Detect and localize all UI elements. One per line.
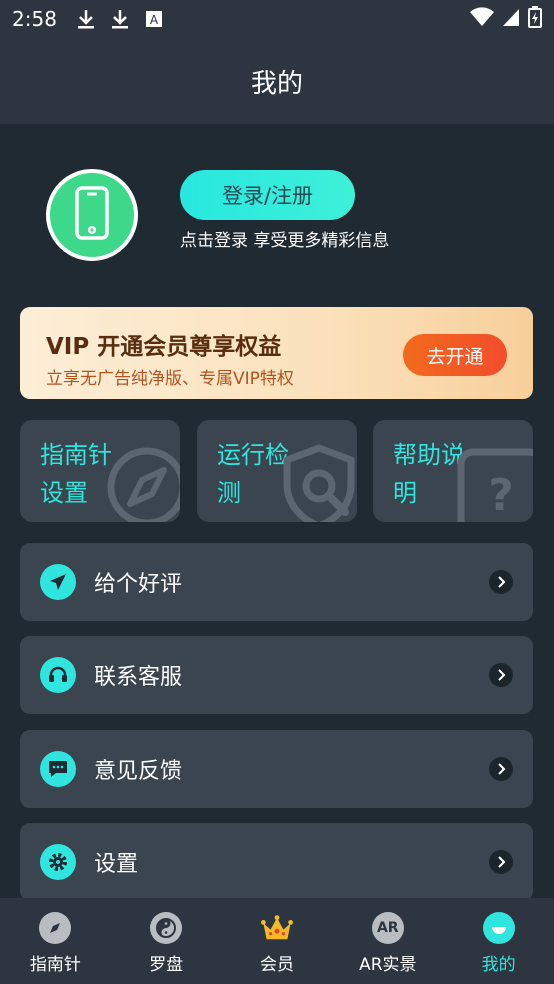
chat-icon xyxy=(40,751,76,787)
crown-icon xyxy=(260,912,293,944)
tab-label: 指南针 xyxy=(29,955,81,975)
avatar[interactable] xyxy=(46,169,138,261)
tab-luopan[interactable]: 罗盘 xyxy=(111,898,222,984)
chevron-right-icon xyxy=(489,663,513,687)
vip-open-button[interactable]: 去开通 xyxy=(403,334,507,376)
chevron-right-icon xyxy=(489,850,513,874)
help-icon: ? xyxy=(455,442,533,522)
svg-text:?: ? xyxy=(488,470,514,521)
paper-plane-icon xyxy=(40,564,76,600)
shield-search-icon xyxy=(279,442,357,522)
status-bar: 2:58 A xyxy=(0,0,554,38)
tile-help[interactable]: 帮助说明 ? xyxy=(373,420,533,522)
phone-icon xyxy=(72,185,112,245)
download-icon xyxy=(109,8,131,30)
tab-label: 我的 xyxy=(481,955,516,975)
tab-vip[interactable]: 会员 xyxy=(222,898,333,984)
headset-icon xyxy=(40,657,76,693)
vip-banner[interactable]: VIP 开通会员尊享权益 立享无广告纯净版、专属VIP特权 去开通 xyxy=(20,307,533,399)
tile-compass-settings[interactable]: 指南针设置 xyxy=(20,420,180,522)
download-icon xyxy=(75,8,97,30)
page-title: 我的 xyxy=(250,68,303,99)
tab-label: AR实景 xyxy=(359,955,417,975)
menu-item-label: 意见反馈 xyxy=(94,759,183,784)
status-time: 2:58 xyxy=(12,7,57,31)
ar-icon: AR xyxy=(371,912,404,944)
menu-item-label: 联系客服 xyxy=(94,665,183,690)
wifi-icon xyxy=(470,7,494,31)
vip-subtitle: 立享无广告纯净版、专属VIP特权 xyxy=(46,369,294,389)
chevron-right-icon xyxy=(489,570,513,594)
smile-icon xyxy=(482,912,515,944)
tile-run-check[interactable]: 运行检测 xyxy=(197,420,357,522)
title-bar: 我的 xyxy=(0,38,554,124)
profile-section: 登录/注册 点击登录 享受更多精彩信息 xyxy=(0,124,554,304)
chevron-right-icon xyxy=(489,757,513,781)
login-tip: 点击登录 享受更多精彩信息 xyxy=(180,231,390,251)
compass-icon xyxy=(39,912,72,944)
vip-title: VIP 开通会员尊享权益 xyxy=(46,334,282,360)
svg-text:A: A xyxy=(150,13,159,27)
tab-compass[interactable]: 指南针 xyxy=(0,898,111,984)
bottom-tab-bar: 指南针 罗盘 会员 AR AR实景 我的 xyxy=(0,898,554,984)
menu-item-settings[interactable]: 设置 xyxy=(20,823,533,901)
tab-label: 罗盘 xyxy=(149,955,184,975)
login-register-button[interactable]: 登录/注册 xyxy=(180,170,355,220)
battery-icon xyxy=(528,6,542,32)
menu-item-rate[interactable]: 给个好评 xyxy=(20,543,533,621)
menu-item-feedback[interactable]: 意见反馈 xyxy=(20,730,533,808)
menu-item-support[interactable]: 联系客服 xyxy=(20,636,533,714)
gear-icon xyxy=(40,844,76,880)
tab-mine[interactable]: 我的 xyxy=(443,898,554,984)
signal-icon xyxy=(502,7,520,31)
menu-item-label: 给个好评 xyxy=(94,572,183,597)
yin-yang-icon xyxy=(150,912,183,944)
tab-ar[interactable]: AR AR实景 xyxy=(332,898,443,984)
menu-item-label: 设置 xyxy=(94,852,139,877)
compass-icon xyxy=(102,442,180,522)
text-a-icon: A xyxy=(143,8,165,30)
tab-label: 会员 xyxy=(259,955,294,975)
